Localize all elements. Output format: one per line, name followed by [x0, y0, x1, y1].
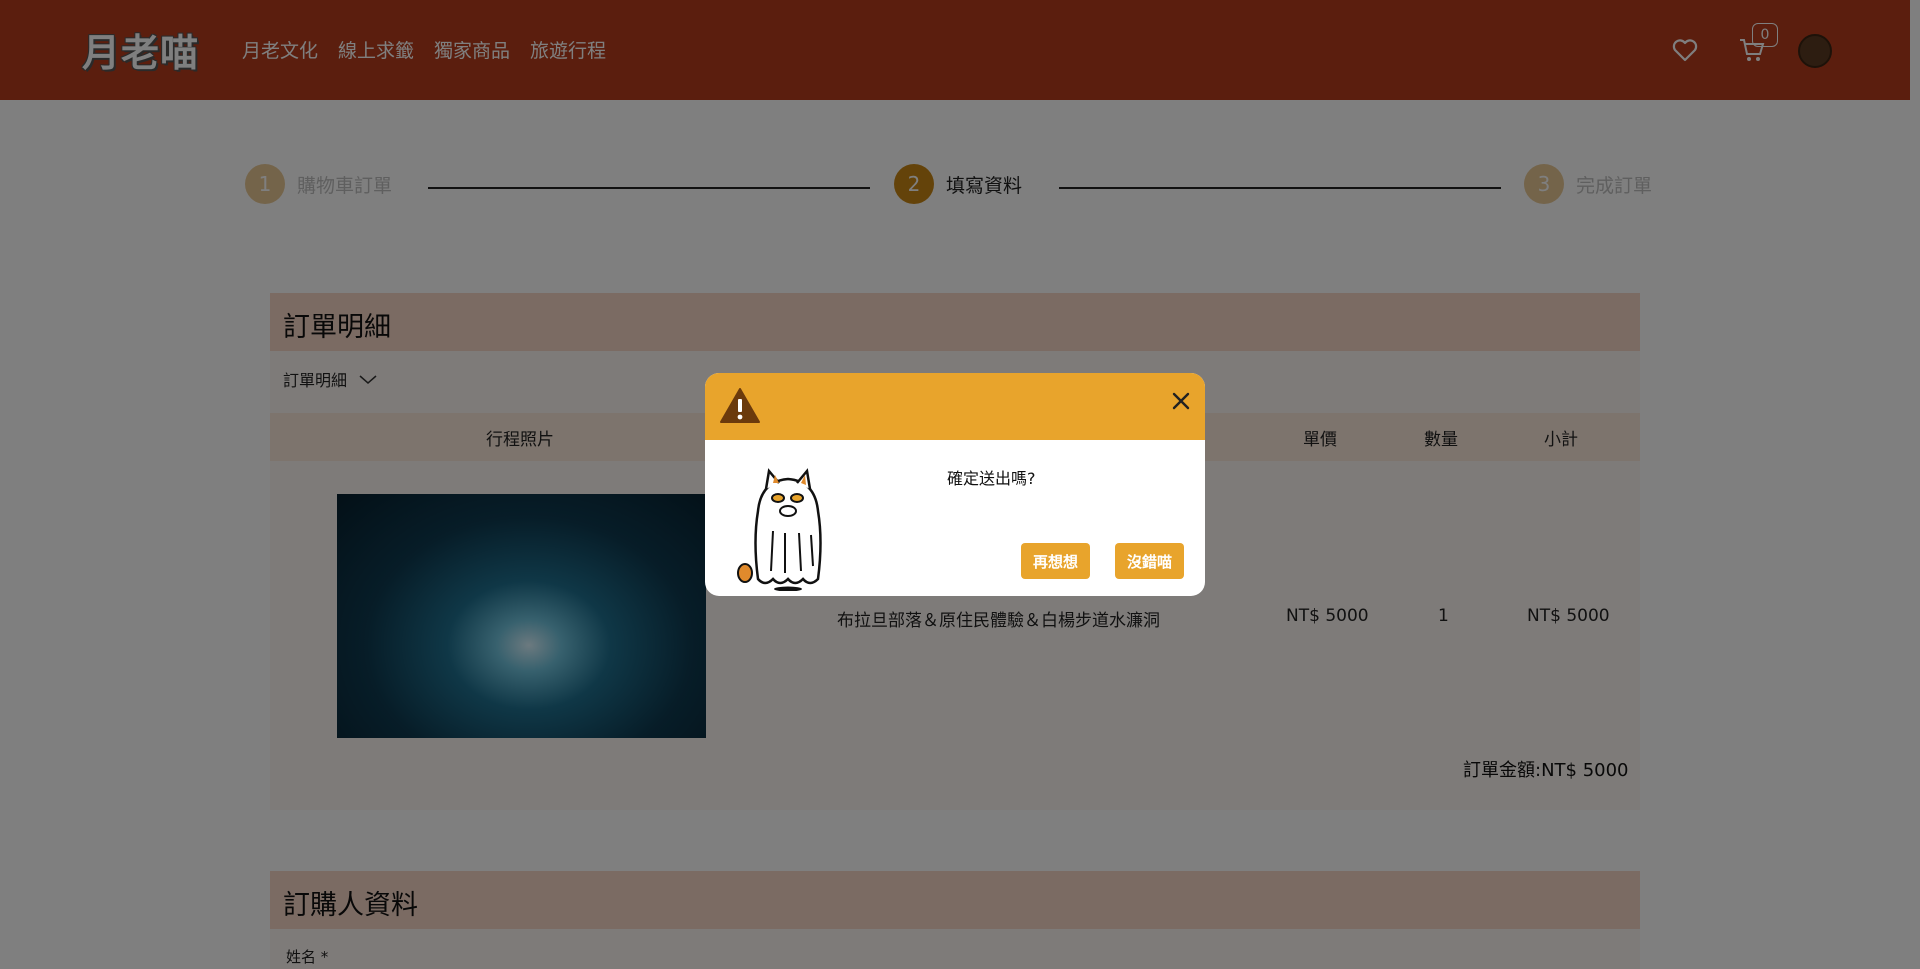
- warning-icon: [719, 387, 761, 429]
- confirm-dialog: 確定送出嗎? 再想想 沒錯喵: [705, 373, 1205, 596]
- close-icon[interactable]: [1167, 387, 1195, 415]
- ghost-cat-illustration: [733, 461, 843, 595]
- dialog-header: [705, 373, 1205, 440]
- dialog-message: 確定送出嗎?: [947, 469, 1036, 488]
- reconsider-button[interactable]: 再想想: [1021, 543, 1091, 579]
- confirm-button[interactable]: 沒錯喵: [1115, 543, 1185, 579]
